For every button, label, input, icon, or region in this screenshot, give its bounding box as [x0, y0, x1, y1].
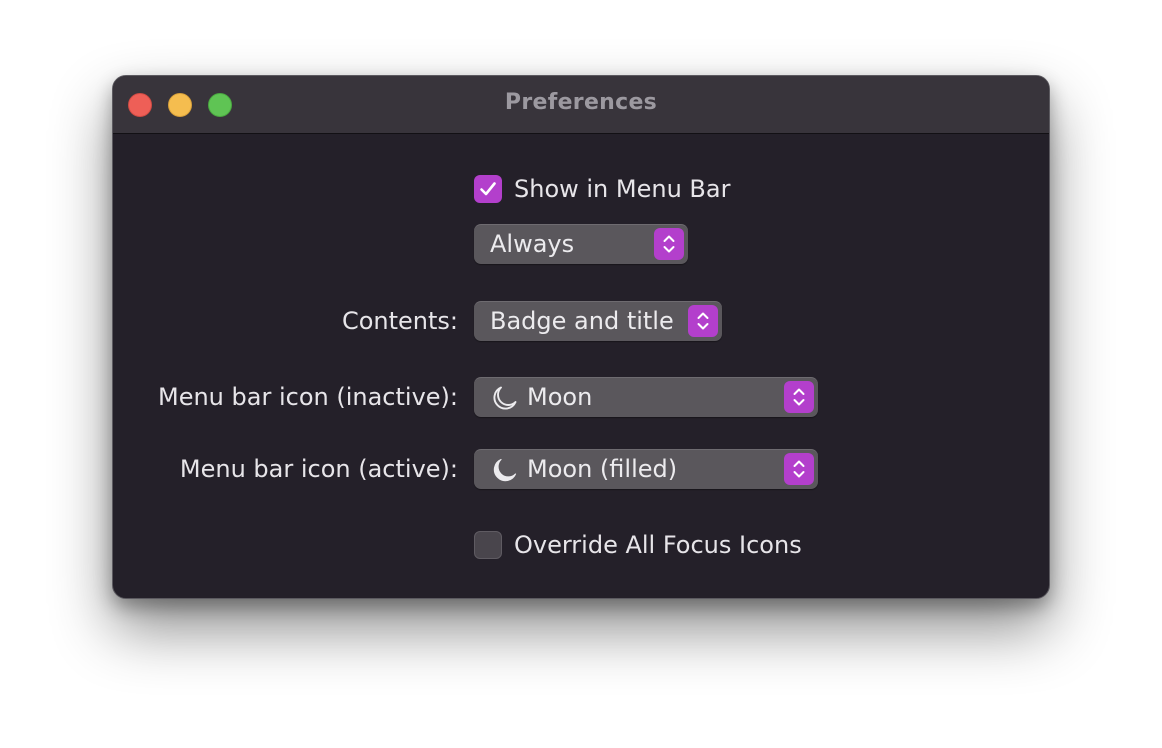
icon-active-label: Menu bar icon (active): — [179, 455, 458, 483]
preferences-window: Preferences Show in Menu Bar Always Cont… — [112, 75, 1050, 599]
moon-outline-icon — [493, 386, 517, 410]
moon-filled-icon — [493, 458, 517, 482]
icon-inactive-label: Menu bar icon (inactive): — [158, 383, 458, 411]
icon-inactive-popup-value: Moon — [527, 383, 593, 411]
icon-inactive-popup-stepper — [784, 381, 814, 413]
override-focus-icons-checkbox[interactable] — [474, 531, 502, 559]
visibility-popup-stepper — [654, 228, 684, 260]
chevron-up-down-icon — [663, 235, 675, 253]
chevron-up-down-icon — [793, 388, 805, 406]
chevron-up-down-icon — [793, 460, 805, 478]
icon-active-popup-value: Moon (filled) — [527, 455, 678, 483]
visibility-popup[interactable]: Always — [474, 224, 688, 264]
chevron-up-down-icon — [697, 312, 709, 330]
contents-popup[interactable]: Badge and title — [474, 301, 722, 341]
icon-active-popup[interactable]: Moon (filled) — [474, 449, 818, 489]
show-in-menu-bar-checkbox[interactable] — [474, 175, 502, 203]
checkmark-icon — [480, 182, 496, 196]
icon-inactive-popup[interactable]: Moon — [474, 377, 818, 417]
override-focus-icons-label[interactable]: Override All Focus Icons — [514, 531, 802, 559]
contents-label: Contents: — [341, 307, 458, 335]
contents-popup-stepper — [688, 305, 718, 337]
icon-active-popup-stepper — [784, 453, 814, 485]
visibility-popup-value: Always — [490, 230, 575, 258]
preferences-content: Show in Menu Bar Always Contents: Badge … — [113, 76, 1049, 598]
show-in-menu-bar-label[interactable]: Show in Menu Bar — [514, 175, 730, 203]
contents-popup-value: Badge and title — [490, 307, 674, 335]
